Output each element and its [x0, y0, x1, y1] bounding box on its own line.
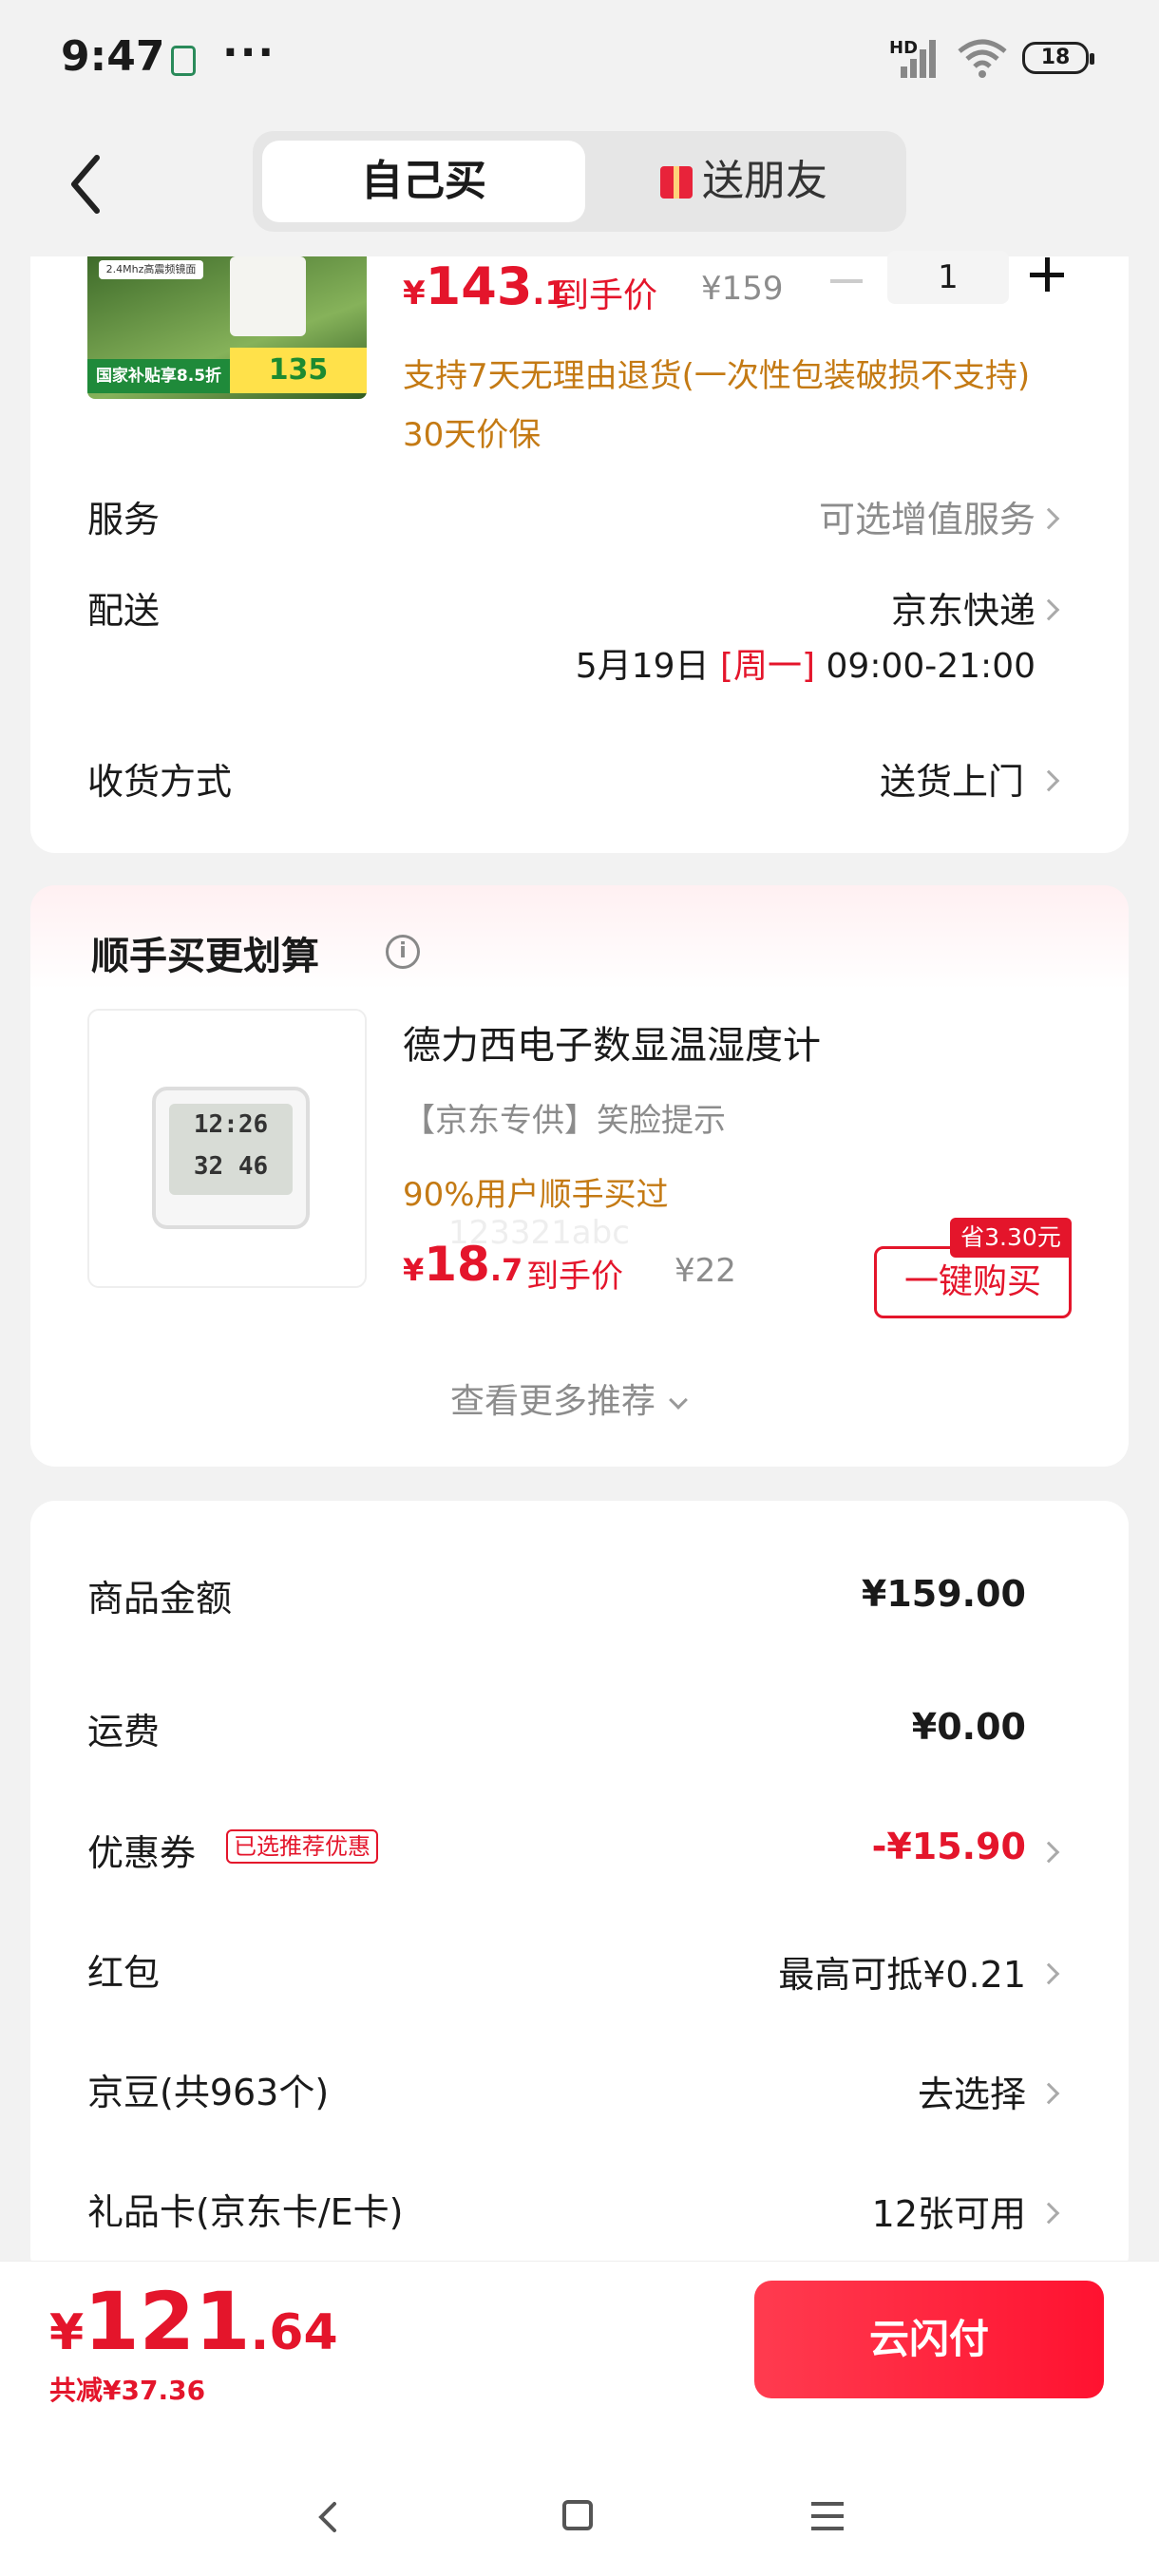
- delivery-chevron-icon: [1037, 598, 1060, 621]
- delivery-weekday: [周一]: [719, 647, 816, 686]
- product-price: ¥143.1: [403, 256, 567, 316]
- thumb-price: 135: [230, 348, 367, 393]
- product-thumbnail[interactable]: 2.4Mhz高震频镜面 国家补贴享8.5折 135: [87, 256, 367, 399]
- nav-menu-icon[interactable]: [809, 2500, 847, 2532]
- product-price-currency: ¥: [403, 275, 426, 313]
- gift-icon: [660, 166, 693, 199]
- service-chevron-icon: [1037, 507, 1060, 530]
- lcd-time: 12:26: [193, 1110, 269, 1139]
- product-original-price: ¥159: [701, 270, 784, 308]
- total-int: 121: [84, 2275, 251, 2368]
- receive-method-label: 收货方式: [87, 761, 233, 803]
- redpack-label: 红包: [87, 1952, 161, 1994]
- delivery-date: 5月19日: [575, 647, 710, 686]
- thumb-subsidy: 国家补贴享8.5折: [87, 359, 230, 393]
- recommend-item-stat: 90%用户顺手买过: [403, 1176, 669, 1214]
- receive-chevron-icon: [1037, 769, 1060, 792]
- tab-send-friend-label: 送朋友: [702, 157, 827, 205]
- quantity-input[interactable]: 1: [887, 251, 1009, 304]
- recommend-price-dec: .7: [489, 1252, 523, 1288]
- shipping-value: ¥0.00: [911, 1706, 1026, 1748]
- price-protection: 30天价保: [403, 416, 542, 454]
- redpack-value[interactable]: 最高可抵¥0.21: [778, 1945, 1026, 1998]
- recommend-price-label: 到手价: [526, 1258, 623, 1296]
- delivery-label: 配送: [87, 590, 161, 632]
- quantity-plus-button[interactable]: [1030, 256, 1068, 294]
- product-price-int: 143: [425, 256, 533, 316]
- system-nav-bar: [0, 2458, 1159, 2576]
- nav-back-icon[interactable]: [310, 2498, 348, 2536]
- recommend-item-title[interactable]: 德力西电子数显温湿度计: [403, 1014, 821, 1070]
- back-arrow-icon[interactable]: [59, 146, 116, 222]
- product-price-label: 到手价: [555, 276, 658, 315]
- header: 自己买 送朋友: [0, 123, 1159, 256]
- jingdou-value[interactable]: 去选择: [918, 2065, 1026, 2117]
- nav-home-icon[interactable]: [562, 2500, 593, 2530]
- redpack-chevron-icon: [1037, 1962, 1060, 1985]
- shipping-label: 运费: [87, 1711, 161, 1752]
- recommend-card: 顺手买更划算 i 12:26 32 46 德力西电子数显温湿度计 【京东专供】笑…: [30, 885, 1129, 1467]
- coupon-badge: 已选推荐优惠: [226, 1829, 378, 1864]
- receive-method-value[interactable]: 送货上门: [880, 752, 1024, 805]
- signal-icon: [901, 40, 936, 78]
- more-recommend-label: 查看更多推荐: [450, 1382, 656, 1421]
- recommend-price-int: 18: [424, 1237, 490, 1292]
- status-bar: 9:47 ··· HD 18: [0, 0, 1159, 123]
- giftcard-label: 礼品卡(京东卡/E卡): [87, 2191, 404, 2233]
- quantity-minus-button[interactable]: [830, 279, 863, 283]
- tab-send-friend[interactable]: 送朋友: [591, 141, 897, 222]
- info-icon[interactable]: i: [386, 935, 420, 969]
- recommend-original-price: ¥22: [674, 1252, 736, 1290]
- battery-icon: 18: [1022, 42, 1094, 74]
- delivery-value[interactable]: 京东快递: [891, 581, 1036, 634]
- recommend-product-image[interactable]: 12:26 32 46: [87, 1009, 367, 1288]
- giftcard-chevron-icon: [1037, 2202, 1060, 2225]
- total-dec: .64: [250, 2304, 338, 2361]
- lcd-reading: 32 46: [193, 1152, 269, 1181]
- tab-self-buy[interactable]: 自己买: [262, 141, 585, 222]
- recommend-item-tag: 【京东专供】笑脸提示: [403, 1102, 726, 1140]
- chevron-down-icon: [669, 1391, 689, 1410]
- recommend-title: 顺手买更划算: [91, 935, 319, 978]
- wifi-icon: [958, 39, 1007, 78]
- purchase-mode-switch: 自己买 送朋友: [253, 131, 906, 232]
- status-time: 9:47: [61, 32, 165, 81]
- recommend-price-currency: ¥: [403, 1252, 425, 1288]
- order-card: 2.4Mhz高震频镜面 国家补贴享8.5折 135 ¥143.1 到手价 ¥15…: [30, 251, 1129, 853]
- coupon-label: 优惠券: [87, 1832, 197, 1874]
- pay-button[interactable]: 云闪付: [754, 2281, 1104, 2398]
- return-policy: 支持7天无理由退货(一次性包装破损不支持): [403, 357, 1031, 395]
- coupon-chevron-icon: [1037, 1841, 1060, 1864]
- jingdou-chevron-icon: [1037, 2082, 1060, 2105]
- delivery-time: 5月19日 [周一] 09:00-21:00: [576, 638, 1036, 688]
- sim-notification-icon: [171, 46, 196, 76]
- jingdou-label: 京豆(共963个): [87, 2072, 330, 2113]
- coupon-value[interactable]: -¥15.90: [872, 1826, 1026, 1867]
- more-notifications-icon: ···: [222, 28, 276, 77]
- price-summary-card: 商品金额 ¥159.00 运费 ¥0.00 优惠券 已选推荐优惠 -¥15.90…: [30, 1501, 1129, 2280]
- checkout-bar: ¥121.64 共减¥37.36 云闪付: [0, 2261, 1159, 2458]
- thumb-tag: 2.4Mhz高震频镜面: [99, 260, 203, 279]
- save-badge: 省3.30元: [950, 1218, 1072, 1258]
- service-label: 服务: [87, 499, 161, 540]
- more-recommend-link[interactable]: 查看更多推荐: [450, 1373, 689, 1423]
- total-currency: ¥: [49, 2304, 85, 2361]
- total-discount: 共减¥37.36: [49, 2375, 206, 2406]
- goods-amount-label: 商品金额: [87, 1578, 233, 1619]
- delivery-hours: 09:00-21:00: [826, 647, 1036, 686]
- goods-amount-value: ¥159.00: [861, 1573, 1026, 1615]
- product-image: [230, 256, 306, 336]
- total-price: ¥121.64: [49, 2275, 338, 2368]
- recommend-price: ¥18.7: [403, 1237, 522, 1292]
- giftcard-value[interactable]: 12张可用: [872, 2185, 1026, 2237]
- service-value[interactable]: 可选增值服务: [819, 490, 1036, 542]
